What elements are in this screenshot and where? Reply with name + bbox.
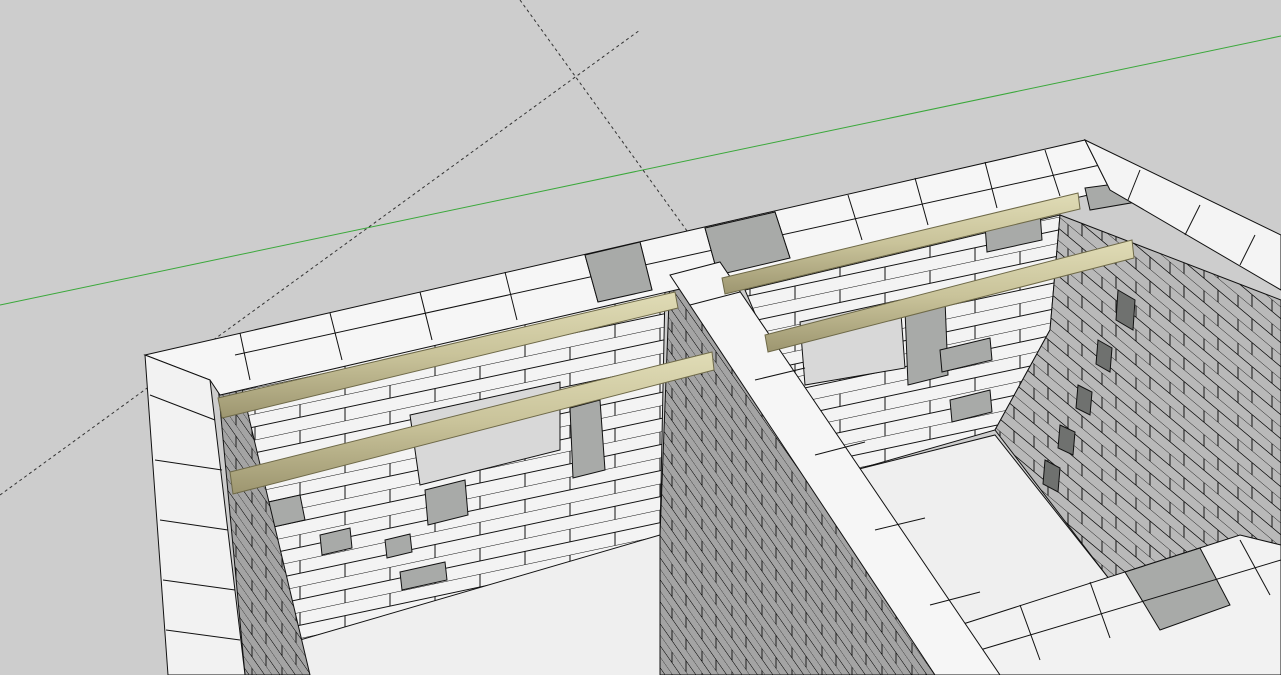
dashed-axis-line-1: [519, 0, 691, 236]
3d-viewport[interactable]: [0, 0, 1281, 675]
model-canvas[interactable]: [0, 0, 1281, 675]
